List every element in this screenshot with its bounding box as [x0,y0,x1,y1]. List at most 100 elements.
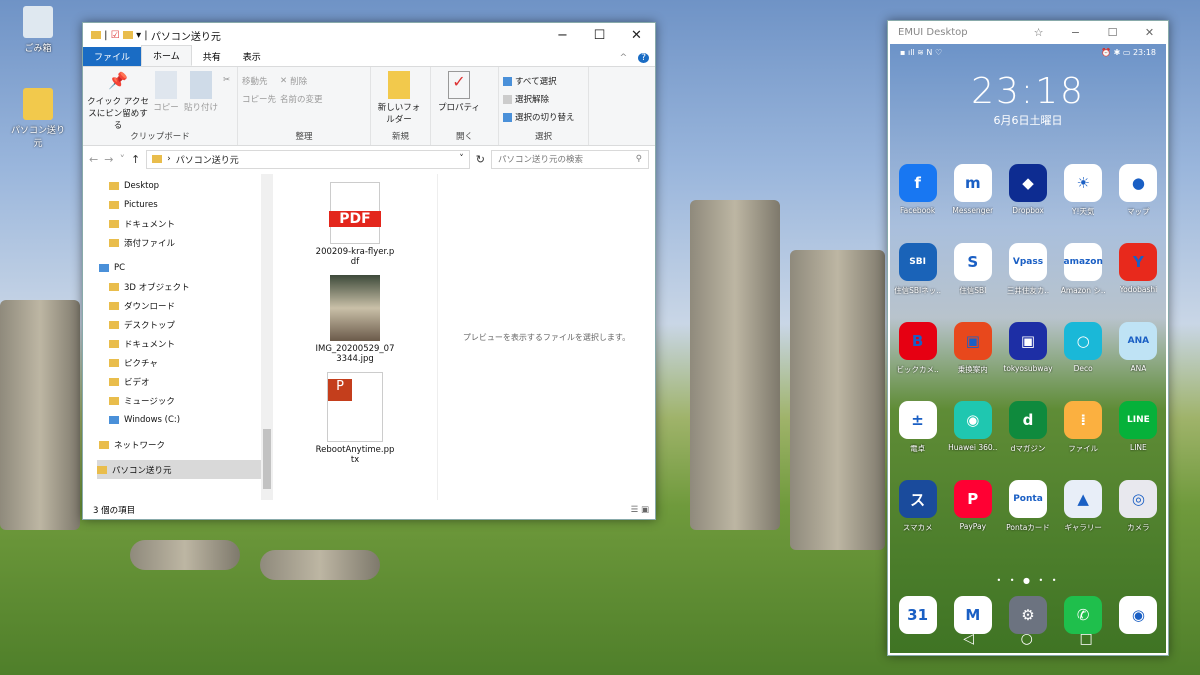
back-button[interactable]: ← [89,153,98,166]
nav-item[interactable]: ドキュメント [109,334,273,353]
nav-item[interactable]: ネットワーク [99,435,273,454]
address-bar[interactable]: › パソコン送り元 ˅ [146,149,470,169]
Yodobashi-icon: Y [1119,243,1158,281]
rename-button[interactable]: 名前の変更 [280,93,323,105]
delete-button[interactable]: ✕ 削除 [280,75,323,87]
nav-item[interactable]: ピクチャ [109,353,273,372]
select-none-button[interactable]: 選択解除 [503,93,575,105]
pptx-icon: P [327,372,383,442]
app-icon[interactable]: Vpass 三井住友カ.. [1000,243,1055,322]
folder-icon [109,301,119,310]
close-button[interactable]: ✕ [618,28,655,43]
move-to-button[interactable]: 移動先 [242,75,276,87]
app-icon[interactable]: LINE LINE [1111,401,1166,480]
app-icon[interactable]: m Messenger [945,164,1000,243]
maximize-button[interactable]: ☐ [581,28,618,43]
pin-icon[interactable]: ☆ [1020,26,1057,39]
app-icon[interactable]: ▣ tokyosubway [1000,322,1055,401]
nav-item[interactable]: Pictures [109,195,273,214]
-icon: ⁞ [1064,401,1103,439]
scrollbar-thumb[interactable] [263,429,271,489]
nav-item[interactable]: PC [99,258,273,277]
copy-to-button[interactable]: コピー先 [242,93,276,105]
app-icon[interactable]: f Facebook [890,164,945,243]
app-label: 住信SBI [959,286,987,295]
view-toggle-icons[interactable]: ☰ ▣ [631,505,649,515]
maximize-button[interactable]: ☐ [1094,26,1131,39]
app-icon[interactable]: amazon Amazon シ.. [1056,243,1111,322]
forward-button[interactable]: → [104,153,113,166]
help-icon[interactable]: ? [638,53,649,63]
app-icon[interactable]: ● マップ [1111,164,1166,243]
recycle-bin-icon[interactable]: ごみ箱 [8,6,68,54]
nav-item[interactable]: ミュージック [109,391,273,410]
cut-icon[interactable]: ✂ [223,71,230,131]
tab-share[interactable]: 共有 [192,47,232,66]
app-grid: f Facebook m Messenger ◆ Dropbox ☀ Y!天気 ● マップ SBI 住… [890,164,1166,559]
refresh-button[interactable]: ↻ [476,153,485,166]
app-icon[interactable]: ◎ カメラ [1111,480,1166,559]
app-icon[interactable]: ± 電卓 [890,401,945,480]
app-icon[interactable]: SBI 住信SBIネッ.. [890,243,945,322]
app-icon[interactable]: Y Yodobashi [1111,243,1166,322]
nav-item[interactable]: Windows (C:) [109,410,273,429]
nav-item[interactable]: ビデオ [109,372,273,391]
close-button[interactable]: ✕ [1131,26,1168,39]
minimize-button[interactable]: − [1057,26,1094,39]
scrollbar[interactable] [261,174,273,500]
app-icon[interactable]: ◆ Dropbox [1000,164,1055,243]
tab-home[interactable]: ホーム [141,45,192,66]
new-folder-icon[interactable] [122,31,133,39]
properties-button[interactable]: ✓ プロパティ [435,71,483,131]
phone-icon: ✆ [1064,596,1103,634]
group-label: 選択 [534,132,552,142]
folder-desktop-icon[interactable]: パソコン送り元 [8,88,68,149]
app-label: Facebook [899,206,936,215]
chevron-down-icon[interactable]: ˅ [459,154,464,164]
paste-button[interactable]: 貼り付け [183,71,219,131]
app-icon[interactable]: d dマガジン [1000,401,1055,480]
tab-view[interactable]: 表示 [232,47,272,66]
file-item[interactable]: PDF 200209-kra-flyer.pdf [315,182,395,267]
nav-item[interactable]: ダウンロード [109,296,273,315]
nav-item[interactable]: 3D オブジェクト [109,277,273,296]
app-icon[interactable]: ▣ 乗換案内 [945,322,1000,401]
search-input[interactable]: パソコン送り元の検索 ⚲ [491,149,649,169]
nav-item[interactable]: パソコン送り元 [97,460,273,479]
app-label: Y!天気 [1071,207,1095,216]
recents-icon[interactable]: □ [1079,631,1092,647]
app-icon[interactable]: B ビックカメ.. [890,322,945,401]
app-icon[interactable]: P PayPay [945,480,1000,559]
back-icon[interactable]: ◁ [963,631,974,647]
collapse-ribbon-icon[interactable]: ^ [609,50,639,66]
copy-button[interactable]: コピー [153,71,179,131]
app-icon[interactable]: ○ Deco [1056,322,1111,401]
app-icon[interactable]: ☀ Y!天気 [1056,164,1111,243]
up-button[interactable]: ↑ [131,153,140,166]
nav-item[interactable]: Desktop [109,176,273,195]
file-item[interactable]: P RebootAnytime.pptx [315,372,395,465]
app-icon[interactable]: ⁞ ファイル [1056,401,1111,480]
nav-item[interactable]: 添付ファイル [109,233,273,252]
invert-selection-button[interactable]: 選択の切り替え [503,111,575,123]
minimize-button[interactable]: − [544,28,581,43]
app-icon[interactable]: Ponta Pontaカード [1000,480,1055,559]
tab-file[interactable]: ファイル [83,47,142,66]
pin-quick-access-button[interactable]: 📌 クイック アクセスにピン留めする [87,71,149,131]
nav-item[interactable]: デスクトップ [109,315,273,334]
properties-icon[interactable]: ☑ [111,30,120,41]
app-icon[interactable]: ANA ANA [1111,322,1166,401]
select-all-button[interactable]: すべて選択 [503,75,575,87]
app-label: dマガジン [1010,444,1046,453]
search-placeholder: パソコン送り元の検索 [498,155,584,165]
app-icon[interactable]: ▲ ギャラリー [1056,480,1111,559]
recent-dropdown[interactable]: ˅ [119,153,125,166]
file-item[interactable]: IMG_20200529_073344.jpg [315,275,395,364]
SBI-icon: S [953,243,992,281]
nav-item[interactable]: ドキュメント [109,214,273,233]
app-icon[interactable]: S 住信SBI [945,243,1000,322]
app-icon[interactable]: ススマカメ [890,480,945,559]
app-icon[interactable]: ◉ Huawei 360.. [945,401,1000,480]
new-folder-button[interactable]: 新しいフォルダー [375,71,423,131]
home-icon[interactable]: ○ [1021,631,1033,647]
